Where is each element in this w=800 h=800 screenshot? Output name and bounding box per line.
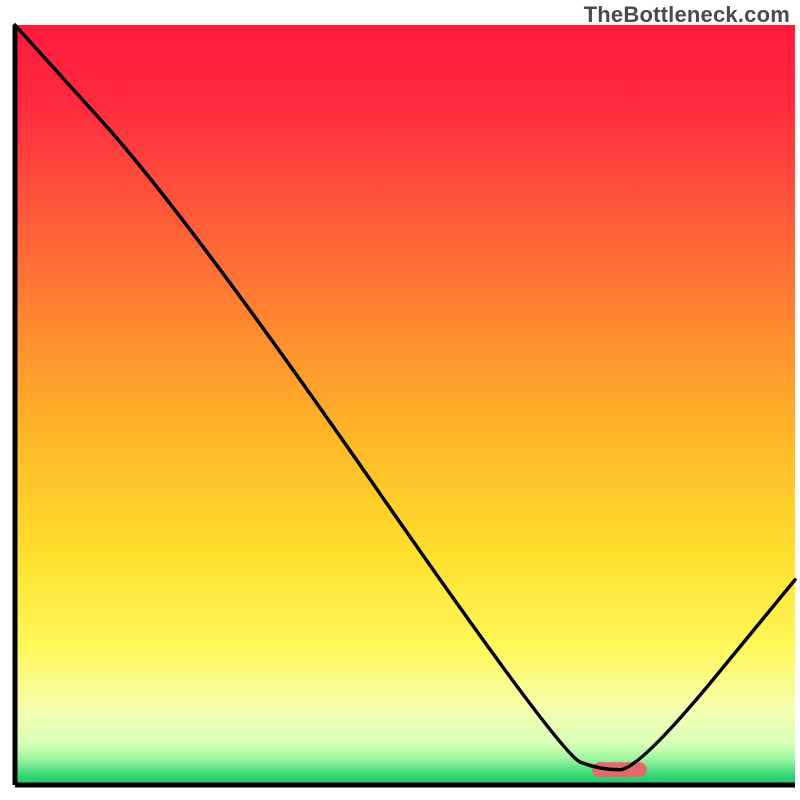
chart-background <box>15 25 795 785</box>
chart-stage: TheBottleneck.com <box>0 0 800 800</box>
bottleneck-chart <box>0 0 800 800</box>
